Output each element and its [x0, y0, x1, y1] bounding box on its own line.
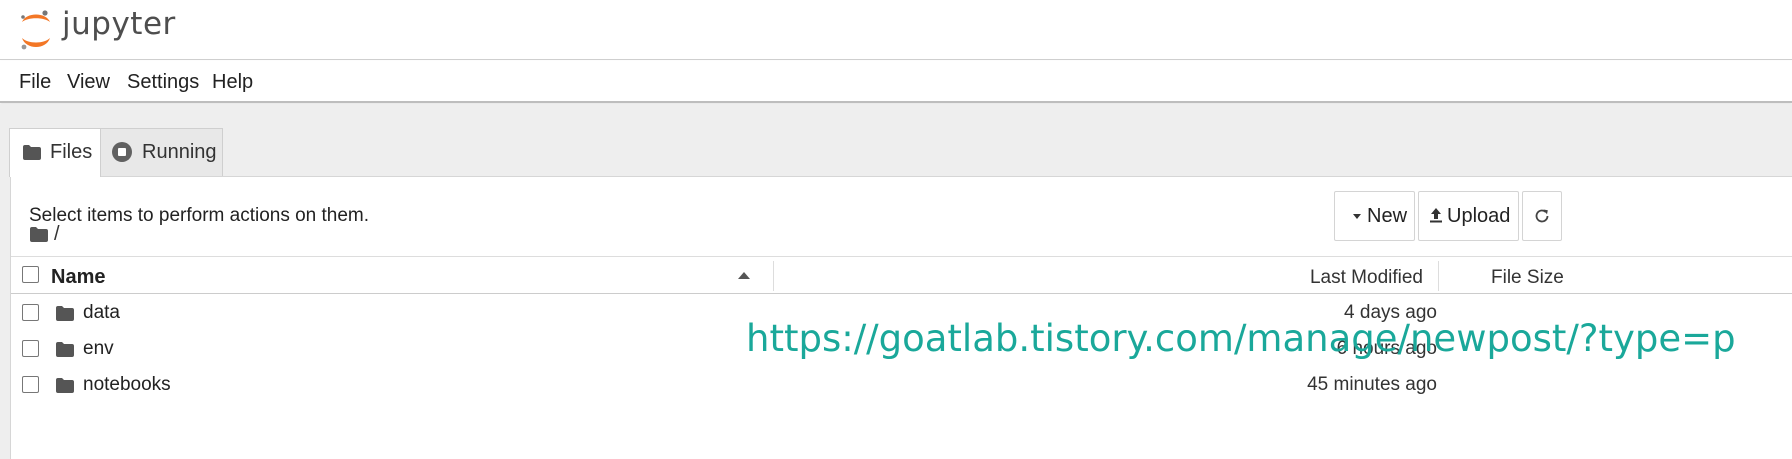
refresh-icon	[1535, 209, 1549, 223]
tab-files-label: Files	[50, 141, 93, 163]
menu-view[interactable]: View	[67, 71, 110, 94]
watermark-url: https://goatlab.tistory.com/manage/newpo…	[746, 317, 1736, 360]
menu-settings[interactable]: Settings	[127, 71, 199, 94]
file-name[interactable]: data	[83, 302, 120, 324]
tab-files[interactable]: Files	[9, 128, 101, 177]
jupyter-logo-icon[interactable]	[18, 8, 54, 52]
row-checkbox[interactable]	[22, 376, 39, 393]
refresh-button[interactable]	[1522, 191, 1562, 241]
stop-circle-icon	[112, 142, 132, 162]
new-button[interactable]: New	[1334, 191, 1415, 241]
row-checkbox[interactable]	[22, 304, 39, 321]
sort-ascending-icon	[738, 272, 750, 279]
file-name[interactable]: notebooks	[83, 374, 171, 396]
folder-icon	[56, 378, 74, 393]
logo-text: jupyter	[62, 6, 176, 42]
menu-help[interactable]: Help	[212, 71, 253, 94]
menu-bar: File View Settings Help	[0, 61, 1792, 103]
file-name[interactable]: env	[83, 338, 114, 360]
upload-icon	[1430, 208, 1442, 223]
column-header-modified[interactable]: Last Modified	[1310, 267, 1423, 289]
new-button-label: New	[1367, 205, 1408, 227]
list-item[interactable]: notebooks 45 minutes ago	[11, 367, 1792, 403]
folder-icon[interactable]	[29, 226, 49, 243]
menu-file[interactable]: File	[19, 71, 51, 94]
upload-button-label: Upload	[1447, 205, 1511, 227]
folder-icon	[56, 306, 74, 321]
upload-button[interactable]: Upload	[1418, 191, 1519, 241]
app-header: jupyter	[0, 0, 1792, 60]
column-header-name[interactable]: Name	[51, 266, 105, 289]
breadcrumb-root[interactable]: /	[54, 223, 60, 246]
file-modified: 45 minutes ago	[1307, 374, 1437, 395]
tab-running-label: Running	[142, 141, 217, 163]
column-header-size[interactable]: File Size	[1491, 267, 1564, 289]
folder-icon	[56, 342, 74, 357]
list-header: Name Last Modified File Size	[11, 256, 1792, 294]
column-divider[interactable]	[1438, 261, 1439, 291]
folder-icon	[23, 145, 41, 160]
selection-hint: Select items to perform actions on them.	[29, 205, 370, 226]
tab-running[interactable]: Running	[100, 128, 223, 176]
select-all-checkbox[interactable]	[22, 266, 39, 283]
column-divider[interactable]	[773, 261, 774, 291]
caret-down-icon	[1353, 214, 1361, 219]
row-checkbox[interactable]	[22, 340, 39, 357]
